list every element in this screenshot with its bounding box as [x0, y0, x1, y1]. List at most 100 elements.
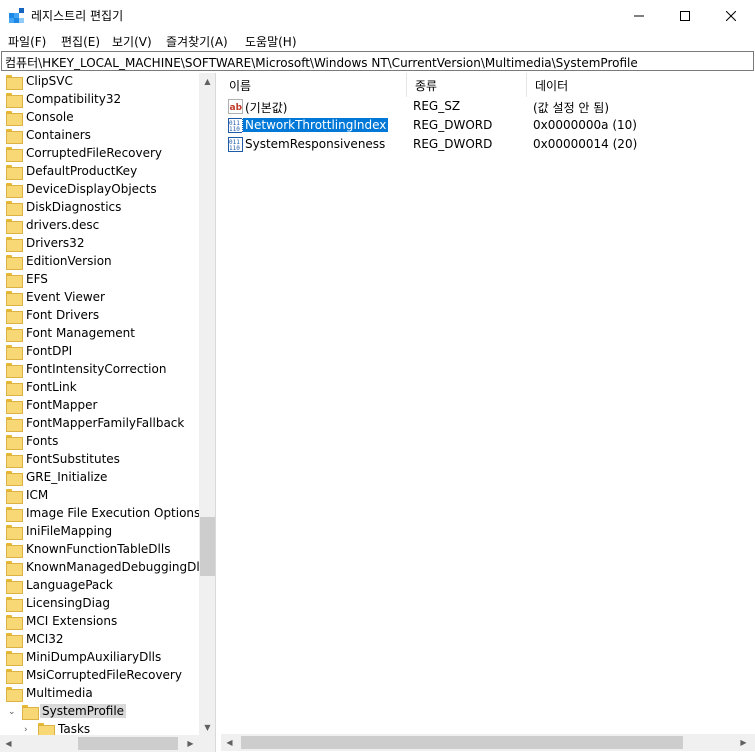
tree-item[interactable]: Fonts — [0, 433, 199, 451]
tree-item[interactable]: Event Viewer — [0, 289, 199, 307]
value-data: 0x0000000a (10) — [533, 118, 637, 132]
scroll-up-arrow-icon[interactable]: ▲ — [199, 73, 215, 90]
tree-item-label: CorruptedFileRecovery — [26, 146, 163, 160]
svg-text:110: 110 — [229, 145, 240, 152]
folder-icon — [6, 489, 23, 504]
tree-item[interactable]: KnownManagedDebuggingDlls — [0, 559, 209, 577]
collapse-chevron-icon[interactable]: › — [24, 725, 28, 735]
tree-item[interactable]: FontMapper — [0, 397, 199, 415]
binary-value-icon: 011 110 — [228, 118, 243, 133]
key-tree-pane[interactable]: ClipSVC Compatibility32 Console Containers C… — [0, 73, 216, 752]
tree-item[interactable]: Drivers32 — [0, 235, 199, 253]
tree-item[interactable]: CorruptedFileRecovery — [0, 145, 199, 163]
tree-item[interactable]: FontIntensityCorrection — [0, 361, 199, 379]
folder-icon — [6, 651, 23, 666]
window-title: 레지스트리 편집기 — [31, 9, 124, 23]
menu-help[interactable]: 도움말(H) — [245, 33, 297, 50]
tree-item[interactable]: DeviceDisplayObjects — [0, 181, 199, 199]
tree-item[interactable]: GRE_Initialize — [0, 469, 199, 487]
tree-horizontal-scrollbar[interactable]: ◀ ▶ — [0, 735, 215, 752]
folder-icon — [6, 453, 23, 468]
folder-icon — [6, 525, 23, 540]
tree-item[interactable]: MiniDumpAuxiliaryDlls — [0, 649, 199, 667]
tree-item[interactable]: LicensingDiag — [0, 595, 199, 613]
address-bar[interactable]: 컴퓨터\HKEY_LOCAL_MACHINE\SOFTWARE\Microsof… — [1, 51, 754, 71]
tree-item[interactable]: Multimedia — [0, 685, 199, 703]
tree-item-label: LanguagePack — [26, 578, 113, 592]
tree-item-label: MiniDumpAuxiliaryDlls — [26, 650, 162, 664]
menu-file[interactable]: 파일(F) — [8, 33, 46, 50]
column-header-data[interactable]: 데이터 — [527, 73, 755, 97]
list-horizontal-scrollbar[interactable]: ◀ ▶ — [221, 734, 755, 751]
value-row-default[interactable]: ab (기본값) REG_SZ (값 설정 안 됨) — [221, 97, 755, 116]
address-path[interactable]: 컴퓨터\HKEY_LOCAL_MACHINE\SOFTWARE\Microsof… — [5, 54, 638, 71]
tree-item[interactable]: MCI32 — [0, 631, 199, 649]
tree-horizontal-scroll-thumb[interactable] — [78, 737, 178, 750]
scroll-right-arrow-icon[interactable]: ▶ — [735, 734, 752, 751]
tree-item[interactable]: FontMapperFamilyFallback — [0, 415, 199, 433]
minimize-button[interactable] — [616, 0, 662, 31]
tree-item[interactable]: FontLink — [0, 379, 199, 397]
folder-icon — [6, 165, 23, 180]
scroll-right-arrow-icon[interactable]: ▶ — [182, 735, 199, 752]
column-header-name[interactable]: 이름 — [221, 73, 407, 97]
menu-favorites[interactable]: 즐겨찾기(A) — [166, 33, 228, 50]
column-header-type[interactable]: 종류 — [407, 73, 527, 97]
tree-item[interactable]: DiskDiagnostics — [0, 199, 199, 217]
expand-chevron-icon[interactable]: ⌄ — [8, 707, 16, 717]
tree-item[interactable]: Console — [0, 109, 199, 127]
folder-icon — [6, 129, 23, 144]
tree-item[interactable]: ICM — [0, 487, 199, 505]
tree-item[interactable]: FontDPI — [0, 343, 199, 361]
tree-item-label: EditionVersion — [26, 254, 112, 268]
tree-item[interactable]: drivers.desc — [0, 217, 199, 235]
tree-item-label: DefaultProductKey — [26, 164, 138, 178]
tree-item-label: LicensingDiag — [26, 596, 110, 610]
tree-item[interactable]: Font Drivers — [0, 307, 199, 325]
scroll-left-arrow-icon[interactable]: ◀ — [0, 735, 17, 752]
tree-item[interactable]: IniFileMapping — [0, 523, 199, 541]
tree-item[interactable]: MsiCorruptedFileRecovery — [0, 667, 199, 685]
value-name: (기본값) — [245, 101, 288, 115]
tree-item[interactable]: KnownFunctionTableDlls — [0, 541, 199, 559]
folder-icon — [6, 633, 23, 648]
tree-item[interactable]: MCI Extensions — [0, 613, 199, 631]
tree-item-label: KnownFunctionTableDlls — [26, 542, 171, 556]
folder-icon — [6, 255, 23, 270]
tree-item[interactable]: EFS — [0, 271, 199, 289]
tree-item[interactable]: Image File Execution Options — [0, 505, 200, 523]
tree-item-label: Tasks — [58, 722, 91, 736]
close-button[interactable] — [708, 0, 754, 31]
menu-view[interactable]: 보기(V) — [112, 33, 152, 50]
folder-icon — [6, 93, 23, 108]
tree-item-label: IniFileMapping — [26, 524, 113, 538]
values-list-pane[interactable]: 이름 종류 데이터 ab (기본값) REG_SZ (값 설정 안 됨) 011… — [221, 73, 755, 734]
tree-item-label: MCI32 — [26, 632, 64, 646]
scroll-left-arrow-icon[interactable]: ◀ — [221, 734, 238, 751]
tree-item-systemprofile[interactable]: ⌄ SystemProfile — [0, 703, 199, 721]
binary-value-icon: 011 110 — [228, 137, 243, 152]
menu-edit[interactable]: 편집(E) — [61, 33, 100, 50]
tree-item[interactable]: Compatibility32 — [0, 91, 199, 109]
tree-item[interactable]: ClipSVC — [0, 73, 199, 91]
maximize-button[interactable] — [662, 0, 708, 31]
folder-icon — [6, 363, 23, 378]
tree-item[interactable]: Font Management — [0, 325, 199, 343]
minimize-icon — [634, 15, 644, 16]
value-name: NetworkThrottlingIndex — [241, 117, 390, 133]
tree-item[interactable]: FontSubstitutes — [0, 451, 199, 469]
scroll-down-arrow-icon[interactable]: ▼ — [199, 719, 215, 736]
tree-vertical-scroll-thumb[interactable] — [200, 517, 215, 576]
folder-icon — [6, 381, 23, 396]
tree-item[interactable]: DefaultProductKey — [0, 163, 199, 181]
folder-icon — [6, 615, 23, 630]
value-row-systemresponsiveness[interactable]: 011 110 SystemResponsiveness REG_DWORD 0… — [221, 135, 755, 154]
list-horizontal-scroll-thumb[interactable] — [241, 736, 683, 749]
tree-item[interactable]: Containers — [0, 127, 199, 145]
folder-icon — [6, 147, 23, 162]
value-row-networkthrottlingindex[interactable]: 011 110 NetworkThrottlingIndex REG_DWORD… — [221, 116, 755, 135]
folder-icon — [6, 435, 23, 450]
tree-item[interactable]: EditionVersion — [0, 253, 199, 271]
tree-item[interactable]: LanguagePack — [0, 577, 199, 595]
tree-vertical-scrollbar[interactable]: ▲ ▼ — [199, 73, 215, 736]
